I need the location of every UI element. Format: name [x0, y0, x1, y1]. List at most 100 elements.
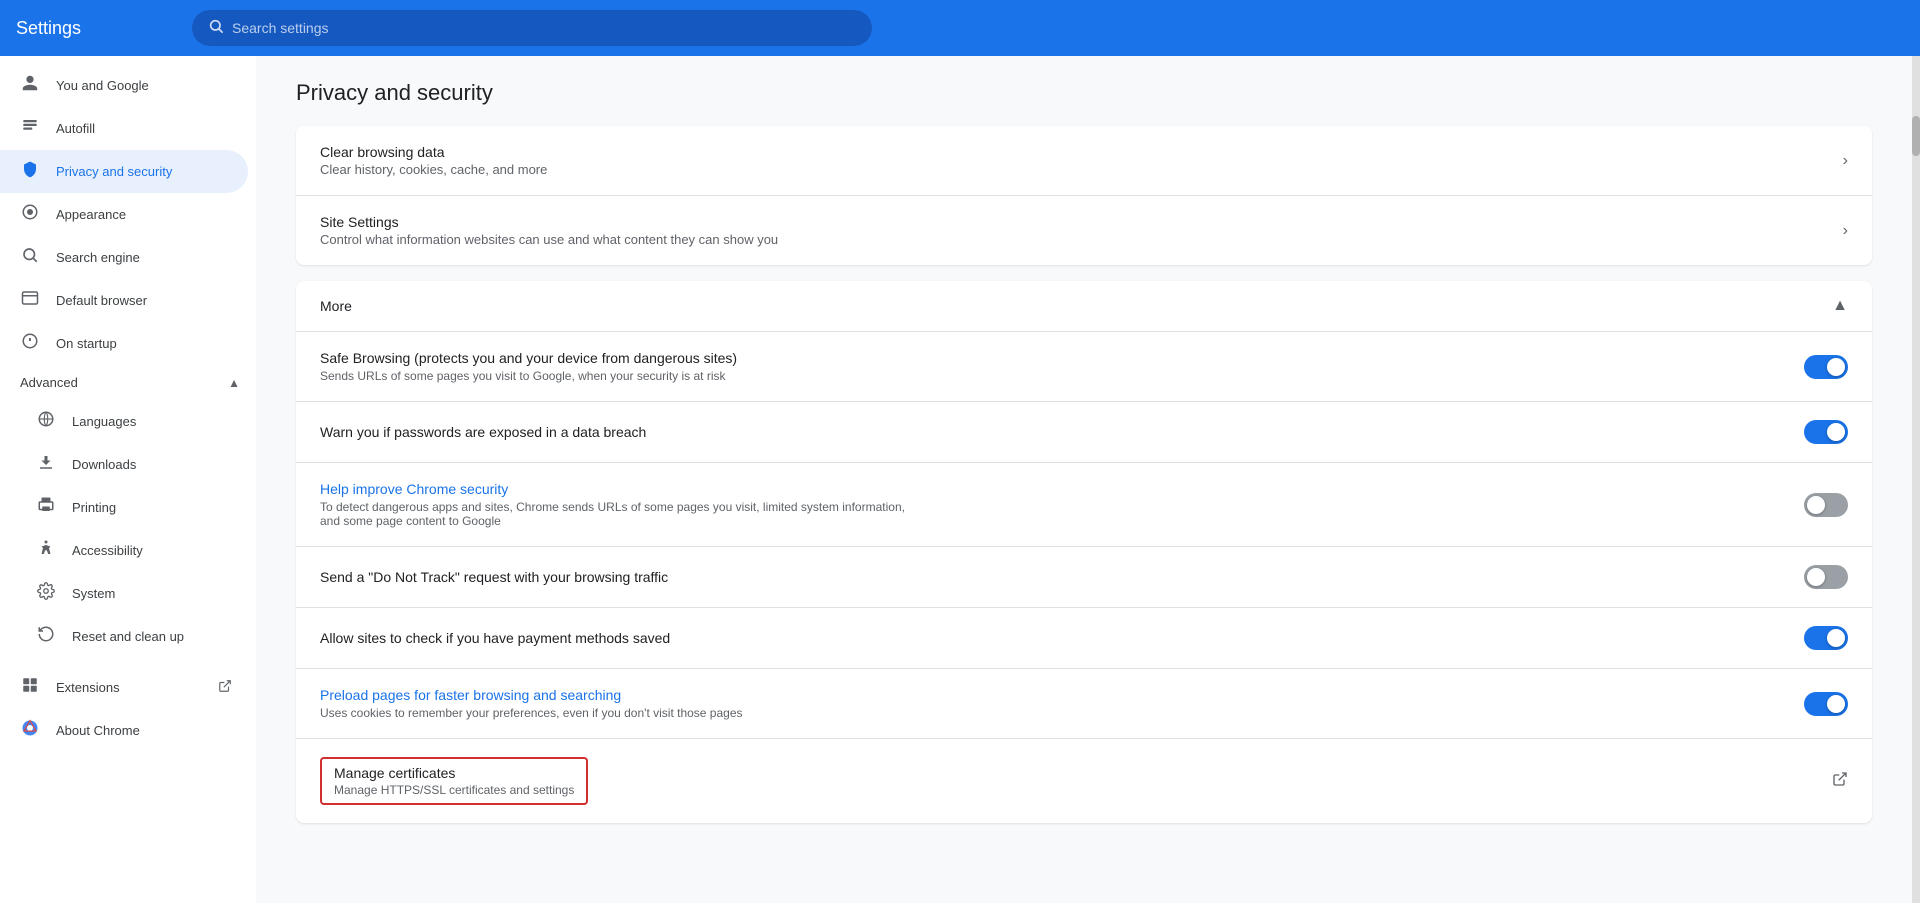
warn-passwords-row[interactable]: Warn you if passwords are exposed in a d…: [296, 402, 1872, 463]
sidebar-item-default-browser[interactable]: Default browser: [0, 279, 248, 322]
sidebar-item-system[interactable]: System: [0, 572, 248, 615]
manage-cert-external-icon: [1832, 771, 1848, 792]
help-improve-subtitle: To detect dangerous apps and sites, Chro…: [320, 500, 920, 528]
sidebar-item-downloads[interactable]: Downloads: [0, 443, 248, 486]
warn-passwords-slider: [1804, 420, 1848, 444]
preload-pages-slider: [1804, 692, 1848, 716]
site-settings-row[interactable]: Site Settings Control what information w…: [296, 196, 1872, 265]
sidebar-label-downloads: Downloads: [72, 457, 136, 472]
sidebar-label-extensions: Extensions: [56, 680, 120, 695]
payment-methods-toggle[interactable]: [1804, 626, 1848, 650]
safe-browsing-title: Safe Browsing (protects you and your dev…: [320, 350, 737, 366]
site-settings-title: Site Settings: [320, 214, 778, 230]
sidebar: You and Google Autofill Privacy and secu…: [0, 56, 256, 903]
warn-passwords-title: Warn you if passwords are exposed in a d…: [320, 424, 646, 440]
sidebar-item-extensions[interactable]: Extensions: [0, 666, 248, 709]
sidebar-label-printing: Printing: [72, 500, 116, 515]
manage-cert-highlight: Manage certificates Manage HTTPS/SSL cer…: [320, 757, 588, 805]
do-not-track-toggle[interactable]: [1804, 565, 1848, 589]
header: Settings: [0, 0, 1920, 56]
main-content: Privacy and security Clear browsing data…: [256, 56, 1912, 903]
accessibility-icon: [36, 539, 56, 562]
clear-browsing-data-row[interactable]: Clear browsing data Clear history, cooki…: [296, 126, 1872, 196]
clear-browsing-data-text: Clear browsing data Clear history, cooki…: [320, 144, 547, 177]
system-icon: [36, 582, 56, 605]
search-icon: [208, 18, 224, 39]
site-settings-subtitle: Control what information websites can us…: [320, 232, 778, 247]
sidebar-label-system: System: [72, 586, 115, 601]
more-section-header[interactable]: More ▲: [296, 281, 1872, 332]
top-cards: Clear browsing data Clear history, cooki…: [296, 126, 1872, 265]
app-title: Settings: [16, 18, 176, 39]
search-bar[interactable]: [192, 10, 872, 46]
more-chevron-icon: ▲: [1832, 297, 1848, 315]
manage-cert-subtitle: Manage HTTPS/SSL certificates and settin…: [334, 783, 574, 797]
safe-browsing-row[interactable]: Safe Browsing (protects you and your dev…: [296, 332, 1872, 402]
help-improve-text: Help improve Chrome security To detect d…: [320, 481, 920, 528]
sidebar-label-languages: Languages: [72, 414, 136, 429]
clear-browsing-data-title: Clear browsing data: [320, 144, 547, 160]
sidebar-item-reset-clean[interactable]: Reset and clean up: [0, 615, 248, 658]
page-title: Privacy and security: [296, 80, 1872, 106]
more-section: More ▲ Safe Browsing (protects you and y…: [296, 281, 1872, 823]
external-link-icon: [218, 679, 232, 696]
sidebar-label-reset-clean: Reset and clean up: [72, 629, 184, 644]
preload-pages-title: Preload pages for faster browsing and se…: [320, 687, 743, 703]
sidebar-label-autofill: Autofill: [56, 121, 95, 136]
browser-icon: [20, 289, 40, 312]
scrollbar-thumb: [1912, 116, 1920, 156]
downloads-icon: [36, 453, 56, 476]
preload-pages-row[interactable]: Preload pages for faster browsing and se…: [296, 669, 1872, 739]
search-input[interactable]: [232, 20, 856, 36]
preload-pages-text: Preload pages for faster browsing and se…: [320, 687, 743, 720]
sidebar-item-privacy[interactable]: Privacy and security: [0, 150, 248, 193]
layout: You and Google Autofill Privacy and secu…: [0, 56, 1920, 903]
languages-icon: [36, 410, 56, 433]
site-settings-arrow: ›: [1843, 222, 1848, 240]
sidebar-item-autofill[interactable]: Autofill: [0, 107, 248, 150]
advanced-label: Advanced: [20, 375, 78, 390]
sidebar-label-privacy: Privacy and security: [56, 164, 172, 179]
do-not-track-title: Send a "Do Not Track" request with your …: [320, 569, 668, 585]
shield-icon: [20, 160, 40, 183]
sidebar-label-search-engine: Search engine: [56, 250, 140, 265]
person-icon: [20, 74, 40, 97]
sidebar-item-appearance[interactable]: Appearance: [0, 193, 248, 236]
sidebar-item-languages[interactable]: Languages: [0, 400, 248, 443]
sidebar-item-search-engine[interactable]: Search engine: [0, 236, 248, 279]
payment-methods-text: Allow sites to check if you have payment…: [320, 630, 670, 646]
payment-methods-title: Allow sites to check if you have payment…: [320, 630, 670, 646]
sidebar-item-about-chrome[interactable]: About Chrome: [0, 709, 248, 752]
sidebar-label-appearance: Appearance: [56, 207, 126, 222]
warn-passwords-toggle[interactable]: [1804, 420, 1848, 444]
safe-browsing-toggle[interactable]: [1804, 355, 1848, 379]
do-not-track-text: Send a "Do Not Track" request with your …: [320, 569, 668, 585]
startup-icon: [20, 332, 40, 355]
right-scrollbar[interactable]: [1912, 56, 1920, 903]
extensions-icon: [20, 676, 40, 699]
sidebar-label-accessibility: Accessibility: [72, 543, 143, 558]
autofill-icon: [20, 117, 40, 140]
help-improve-security-row[interactable]: Help improve Chrome security To detect d…: [296, 463, 1872, 547]
payment-methods-row[interactable]: Allow sites to check if you have payment…: [296, 608, 1872, 669]
sidebar-label-default-browser: Default browser: [56, 293, 147, 308]
preload-pages-toggle[interactable]: [1804, 692, 1848, 716]
help-improve-toggle[interactable]: [1804, 493, 1848, 517]
about-chrome-icon: [20, 719, 40, 742]
appearance-icon: [20, 203, 40, 226]
sidebar-item-you-and-google[interactable]: You and Google: [0, 64, 248, 107]
reset-icon: [36, 625, 56, 648]
more-label: More: [320, 298, 352, 314]
help-improve-slider: [1804, 493, 1848, 517]
sidebar-label-on-startup: On startup: [56, 336, 117, 351]
do-not-track-row[interactable]: Send a "Do Not Track" request with your …: [296, 547, 1872, 608]
safe-browsing-subtitle: Sends URLs of some pages you visit to Go…: [320, 369, 737, 383]
advanced-section-header[interactable]: Advanced ▲: [0, 365, 256, 400]
warn-passwords-text: Warn you if passwords are exposed in a d…: [320, 424, 646, 440]
manage-certificates-row[interactable]: Manage certificates Manage HTTPS/SSL cer…: [296, 739, 1872, 823]
sidebar-item-on-startup[interactable]: On startup: [0, 322, 248, 365]
site-settings-text: Site Settings Control what information w…: [320, 214, 778, 247]
sidebar-item-accessibility[interactable]: Accessibility: [0, 529, 248, 572]
sidebar-item-printing[interactable]: Printing: [0, 486, 248, 529]
safe-browsing-slider: [1804, 355, 1848, 379]
